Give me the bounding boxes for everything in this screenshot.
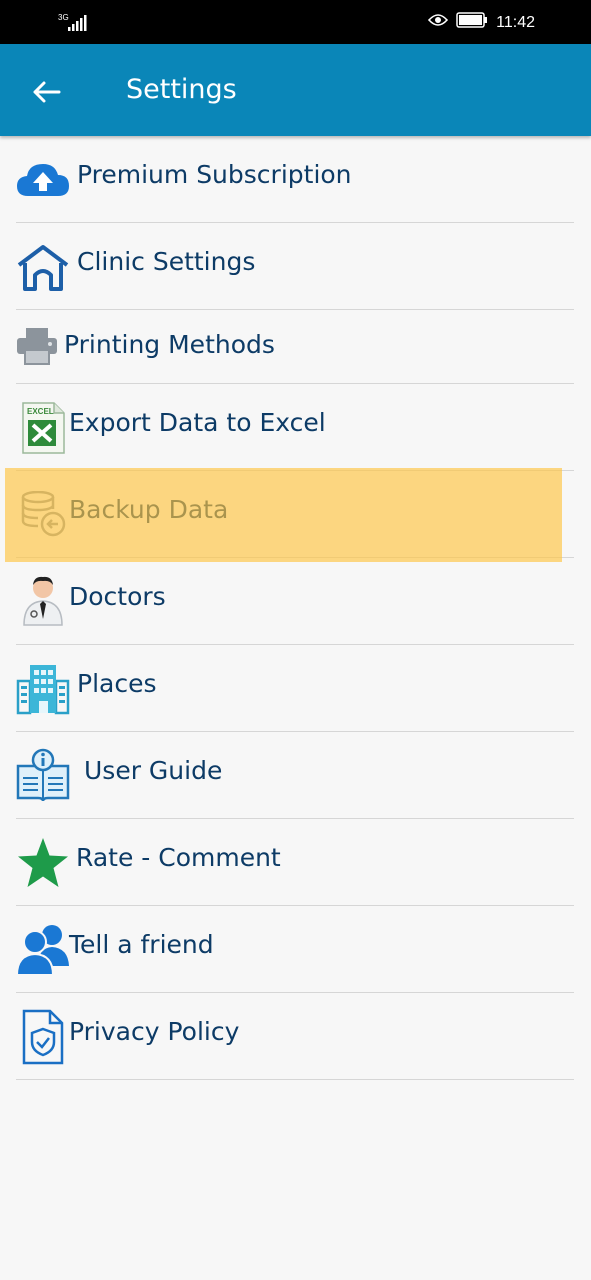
menu-item-tell-a-friend[interactable]: Tell a friend (16, 906, 574, 993)
menu-item-rate-comment[interactable]: Rate - Comment (16, 819, 574, 906)
home-icon (16, 243, 70, 291)
shield-document-icon (22, 1009, 64, 1065)
star-icon (16, 837, 70, 889)
menu-item-label: Clinic Settings (77, 247, 256, 276)
status-time: 11:42 (496, 13, 535, 31)
menu-item-label: Doctors (69, 582, 166, 611)
users-icon (16, 922, 70, 976)
menu-item-label: Privacy Policy (69, 1017, 240, 1046)
menu-item-premium-subscription[interactable]: Premium Subscription (16, 136, 574, 223)
menu-item-doctors[interactable]: Doctors (16, 558, 574, 645)
battery-icon (456, 12, 488, 33)
page-title: Settings (126, 74, 237, 105)
menu-item-label: Premium Subscription (77, 160, 352, 189)
menu-item-clinic-settings[interactable]: Clinic Settings (16, 223, 574, 310)
cloud-upload-icon (16, 158, 70, 200)
database-backup-icon (20, 491, 66, 537)
menu-item-user-guide[interactable]: User Guide (16, 732, 574, 819)
menu-item-label: Export Data to Excel (69, 408, 326, 437)
signal-icon: 3G (58, 12, 88, 36)
menu-item-label: Backup Data (69, 495, 229, 524)
menu-item-privacy-policy[interactable]: Privacy Policy (16, 993, 574, 1080)
menu-item-label: Rate - Comment (76, 843, 281, 872)
eye-icon (428, 13, 449, 32)
menu-item-label: User Guide (84, 756, 223, 785)
app-bar: Settings (0, 44, 591, 136)
printer-icon (16, 326, 58, 366)
back-button[interactable] (26, 72, 66, 112)
menu-item-label: Printing Methods (64, 330, 275, 359)
menu-item-export-data-to-excel[interactable]: EXCEL Export Data to Excel (16, 384, 574, 471)
menu-item-label: Tell a friend (69, 930, 214, 959)
excel-file-icon: EXCEL (20, 402, 66, 454)
svg-text:EXCEL: EXCEL (27, 407, 54, 416)
network-type: 3G (58, 13, 69, 22)
menu-item-label: Places (77, 669, 157, 698)
arrow-left-icon (33, 81, 61, 103)
menu-item-backup-data[interactable]: Backup Data (16, 471, 574, 558)
settings-list: Premium Subscription Clinic Settings Pri… (16, 136, 574, 1080)
menu-item-printing-methods[interactable]: Printing Methods (16, 310, 574, 384)
info-book-icon (16, 748, 70, 802)
building-icon (16, 661, 70, 715)
doctor-icon (22, 574, 64, 626)
status-bar: 3G 11:42 (0, 0, 591, 44)
menu-item-places[interactable]: Places (16, 645, 574, 732)
